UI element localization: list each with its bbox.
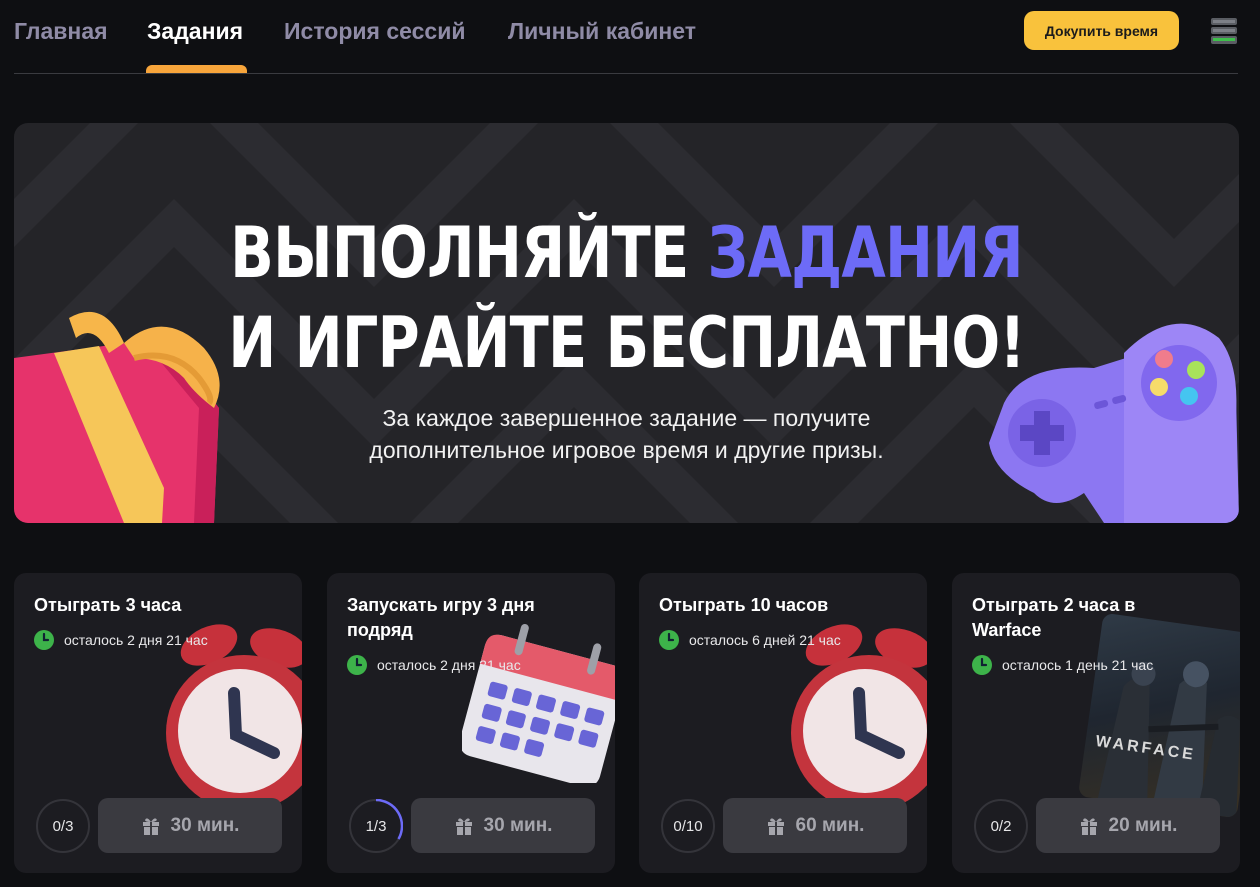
soldiers-illustration bbox=[1097, 661, 1240, 819]
quest-title: Отыграть 2 часа в Warface bbox=[972, 595, 1136, 640]
quest-timer-text: осталось 2 дня 21 час bbox=[64, 632, 208, 648]
quest-progress-text: 0/3 bbox=[52, 817, 74, 835]
tab-session-history[interactable]: История сессий bbox=[284, 18, 465, 45]
timer-clock-icon bbox=[34, 630, 54, 650]
timer-clock-icon bbox=[972, 655, 992, 675]
warface-cover-image: WARFACE bbox=[1077, 612, 1240, 819]
quest-card[interactable]: Отыграть 3 часа осталось 2 дня 21 час 0/… bbox=[14, 573, 302, 873]
quests-banner: ВЫПОЛНЯЙТЕ ЗАДАНИЯ И ИГРАЙТЕ БЕСПЛАТНО! … bbox=[14, 123, 1239, 523]
quest-reward-text: 60 мин. bbox=[795, 814, 865, 836]
progress-arc bbox=[375, 799, 403, 840]
quest-card[interactable]: WARFACE Отыграть 2 часа в Warface остало… bbox=[952, 573, 1240, 873]
quest-timer: осталось 6 дней 21 час bbox=[659, 630, 841, 650]
banner-headline-part1: ВЫПОЛНЯЙТЕ bbox=[230, 212, 708, 294]
quest-progress: 0/2 bbox=[974, 799, 1028, 853]
tab-quests[interactable]: Задания bbox=[147, 18, 243, 45]
quest-timer: осталось 2 дня 21 час bbox=[347, 655, 521, 675]
quest-reward-text: 30 мин. bbox=[483, 814, 553, 836]
banner-headline-line1: ВЫПОЛНЯЙТЕ ЗАДАНИЯ bbox=[124, 218, 1129, 288]
alarm-clock-icon bbox=[166, 624, 302, 803]
gift-icon bbox=[455, 817, 472, 835]
banner-headline-accent: ЗАДАНИЯ bbox=[707, 212, 1024, 294]
quest-progress: 0/3 bbox=[36, 799, 90, 853]
tab-home[interactable]: Главная bbox=[14, 18, 108, 45]
quest-title: Отыграть 3 часа bbox=[34, 595, 182, 615]
buy-time-button[interactable]: Докупить время bbox=[1024, 11, 1179, 50]
quest-card[interactable]: Отыграть 10 часов осталось 6 дней 21 час… bbox=[639, 573, 927, 873]
quest-reward-text: 30 мин. bbox=[170, 814, 240, 836]
quest-progress: 0/10 bbox=[661, 799, 715, 853]
gift-icon bbox=[142, 817, 159, 835]
quest-title: Запускать игру 3 дня подряд bbox=[347, 595, 535, 640]
quest-timer-text: осталось 6 дней 21 час bbox=[689, 632, 841, 648]
quest-reward-button[interactable]: 30 мин. bbox=[411, 798, 595, 853]
quest-timer: осталось 2 дня 21 час bbox=[34, 630, 208, 650]
gamepad-icon bbox=[989, 323, 1239, 523]
quest-title: Отыграть 10 часов bbox=[659, 595, 829, 615]
gift-icon bbox=[767, 817, 784, 835]
quest-progress-text: 0/10 bbox=[673, 817, 703, 835]
timer-clock-icon bbox=[659, 630, 679, 650]
quest-timer-text: осталось 2 дня 21 час bbox=[377, 657, 521, 673]
quest-reward-button[interactable]: 30 мин. bbox=[98, 798, 282, 853]
quest-timer-text: осталось 1 день 21 час bbox=[1002, 657, 1154, 673]
server-status-icon[interactable] bbox=[1210, 17, 1238, 45]
quest-reward-text: 20 мин. bbox=[1108, 814, 1178, 836]
quest-card[interactable]: Запускать игру 3 дня подряд осталось 2 д… bbox=[327, 573, 615, 873]
gift-icon bbox=[1080, 817, 1097, 835]
tab-account[interactable]: Личный кабинет bbox=[508, 18, 696, 45]
gift-box-icon bbox=[14, 311, 220, 523]
timer-clock-icon bbox=[347, 655, 367, 675]
calendar-icon bbox=[462, 623, 615, 783]
quest-progress: 1/3 bbox=[349, 799, 403, 853]
quest-timer: осталось 1 день 21 час bbox=[972, 655, 1153, 675]
alarm-clock-icon bbox=[791, 624, 927, 803]
active-tab-indicator bbox=[146, 65, 247, 73]
quest-progress-text: 0/2 bbox=[990, 817, 1012, 835]
quest-reward-button[interactable]: 60 мин. bbox=[723, 798, 907, 853]
quest-reward-button[interactable]: 20 мин. bbox=[1036, 798, 1220, 853]
